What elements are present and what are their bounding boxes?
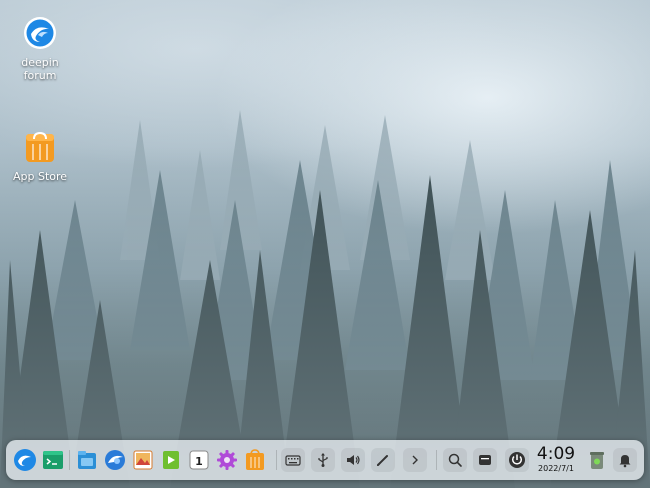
dock-video-player[interactable] <box>158 447 184 473</box>
deepin-launcher-icon <box>14 449 36 471</box>
chevron-right-icon <box>412 455 418 465</box>
dock-app-store[interactable] <box>242 447 268 473</box>
app-store-icon <box>246 449 264 470</box>
dock-launcher[interactable] <box>12 447 38 473</box>
terminal-icon <box>43 451 63 469</box>
dock-file-manager[interactable] <box>74 447 100 473</box>
tray-multitasking[interactable] <box>473 448 497 472</box>
usb-icon <box>318 453 328 467</box>
desktop-icon-label: deepin <box>21 56 59 69</box>
tray-usb[interactable] <box>311 448 335 472</box>
trash-icon <box>590 452 604 469</box>
dock-clock[interactable]: 4:09 2022/7/1 <box>534 444 578 474</box>
tray-search[interactable] <box>443 448 467 472</box>
file-manager-icon <box>78 451 96 469</box>
dock-separator <box>436 450 437 470</box>
calendar-icon: 1 <box>189 450 209 470</box>
bell-icon <box>619 455 631 468</box>
tray-keyboard[interactable] <box>281 448 305 472</box>
dock-calendar[interactable]: 1 <box>186 447 212 473</box>
dock: 1 4:09 2022/7/1 <box>6 440 644 480</box>
tray-expand[interactable] <box>403 448 427 472</box>
pen-icon <box>377 455 388 466</box>
browser-icon <box>105 450 125 470</box>
multitask-icon <box>479 455 491 465</box>
tray-notification[interactable] <box>613 448 637 472</box>
desktop-icon-label: forum <box>23 69 57 82</box>
dock-control-center[interactable] <box>214 447 240 473</box>
tray-pen[interactable] <box>371 448 395 472</box>
desktop-icon-deepin-forum[interactable]: deepin forum <box>0 16 80 82</box>
power-icon <box>509 452 525 468</box>
dock-terminal[interactable] <box>40 447 66 473</box>
tray-volume[interactable] <box>341 448 365 472</box>
desktop-icon-label: App Store <box>12 170 68 183</box>
tray-power[interactable] <box>505 448 529 472</box>
image-viewer-icon <box>133 450 153 470</box>
calendar-day-number: 1 <box>195 455 203 468</box>
dock-browser[interactable] <box>102 447 128 473</box>
dock-image-viewer[interactable] <box>130 447 156 473</box>
dock-separator <box>69 450 70 470</box>
gear-icon <box>217 450 237 470</box>
wallpaper-forest <box>0 0 650 488</box>
dock-trash[interactable] <box>584 447 610 473</box>
desktop: deepin forum App Store 1 4:09 2022/7/1 <box>0 0 650 488</box>
video-player-icon <box>163 451 179 469</box>
keyboard-icon <box>285 455 301 466</box>
volume-icon <box>347 455 360 465</box>
app-store-icon <box>26 131 54 162</box>
deepin-forum-icon <box>24 17 56 49</box>
clock-time: 4:09 <box>536 444 576 464</box>
search-icon <box>448 453 462 467</box>
desktop-icon-app-store[interactable]: App Store <box>0 130 80 183</box>
dock-separator <box>276 450 277 470</box>
clock-date: 2022/7/1 <box>538 464 574 473</box>
